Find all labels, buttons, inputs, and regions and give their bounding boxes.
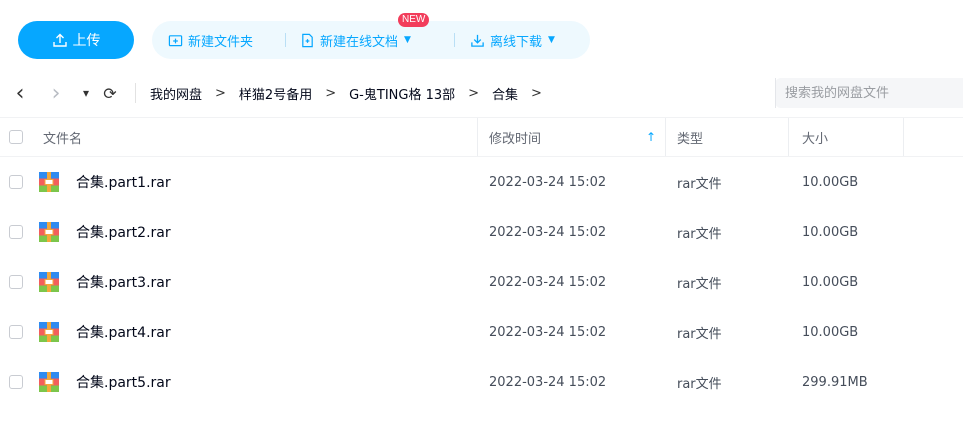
history-dropdown-icon[interactable]: ▾ bbox=[78, 72, 94, 114]
new-folder-button[interactable]: 新建文件夹 bbox=[168, 21, 253, 59]
file-modified: 2022-03-24 15:02 bbox=[489, 274, 607, 290]
file-size: 299.91MB bbox=[802, 374, 868, 390]
column-header-name[interactable]: 文件名 bbox=[43, 118, 82, 156]
search-divider bbox=[775, 78, 776, 108]
rar-file-icon bbox=[39, 222, 59, 242]
table-row[interactable]: 合集.part4.rar 2022-03-24 15:02 rar文件 10.0… bbox=[0, 307, 963, 357]
row-checkbox-wrap bbox=[9, 207, 23, 257]
offline-download-label: 离线下载 bbox=[490, 34, 543, 50]
column-header-type[interactable]: 类型 bbox=[677, 118, 703, 156]
chevron-down-icon: ▼ bbox=[548, 35, 555, 45]
file-size: 10.00GB bbox=[802, 274, 859, 290]
refresh-icon[interactable]: ⟳ bbox=[100, 72, 120, 114]
search-input[interactable] bbox=[775, 78, 963, 108]
row-checkbox[interactable] bbox=[9, 225, 23, 239]
file-name[interactable]: 合集.part5.rar bbox=[76, 357, 171, 407]
breadcrumb-item[interactable]: 我的网盘 bbox=[150, 84, 202, 103]
breadcrumb: 我的网盘 > 样猫2号备用 > G-鬼TING格 13部 > 合集 > bbox=[150, 72, 555, 114]
breadcrumb-separator: > bbox=[468, 85, 480, 101]
file-modified: 2022-03-24 15:02 bbox=[489, 324, 607, 340]
column-divider bbox=[665, 118, 666, 156]
toolbar-separator bbox=[454, 33, 455, 47]
navigation-bar: ‹ › ▾ ⟳ 我的网盘 > 样猫2号备用 > G-鬼TING格 13部 > 合… bbox=[0, 72, 963, 114]
rar-file-icon bbox=[39, 272, 59, 292]
rar-file-icon bbox=[39, 172, 59, 192]
file-modified: 2022-03-24 15:02 bbox=[489, 374, 607, 390]
file-modified: 2022-03-24 15:02 bbox=[489, 224, 607, 240]
sort-ascending-icon[interactable]: ↑ bbox=[646, 118, 656, 156]
file-modified: 2022-03-24 15:02 bbox=[489, 174, 607, 190]
file-size: 10.00GB bbox=[802, 224, 859, 240]
rar-file-icon bbox=[39, 322, 59, 342]
back-icon[interactable]: ‹ bbox=[10, 72, 30, 114]
table-row[interactable]: 合集.part5.rar 2022-03-24 15:02 rar文件 299.… bbox=[0, 357, 963, 407]
row-checkbox[interactable] bbox=[9, 275, 23, 289]
select-all-checkbox-wrap bbox=[9, 118, 23, 156]
chevron-down-icon: ▼ bbox=[404, 35, 411, 45]
file-size: 10.00GB bbox=[802, 174, 859, 190]
folder-plus-icon bbox=[168, 34, 183, 46]
column-divider bbox=[903, 118, 904, 156]
column-divider bbox=[477, 118, 478, 156]
new-online-doc-label: 新建在线文档 bbox=[320, 34, 399, 50]
toolbar-separator bbox=[285, 33, 286, 47]
breadcrumb-separator: > bbox=[215, 85, 226, 101]
rar-file-icon bbox=[39, 372, 59, 392]
row-checkbox[interactable] bbox=[9, 375, 23, 389]
breadcrumb-item-current[interactable]: 合集 bbox=[492, 84, 518, 103]
select-all-checkbox[interactable] bbox=[9, 130, 23, 144]
toolbar: 上传 新建文件夹 新建在线文档 ▼ 离线下载 ▼ NEW bbox=[0, 0, 963, 70]
file-name[interactable]: 合集.part3.rar bbox=[76, 257, 171, 307]
row-checkbox-wrap bbox=[9, 257, 23, 307]
breadcrumb-item[interactable]: G-鬼TING格 13部 bbox=[349, 84, 455, 103]
file-type: rar文件 bbox=[677, 226, 722, 242]
new-badge: NEW bbox=[398, 13, 430, 27]
upload-label: 上传 bbox=[72, 33, 101, 49]
file-name[interactable]: 合集.part2.rar bbox=[76, 207, 171, 257]
row-checkbox-wrap bbox=[9, 157, 23, 207]
file-type: rar文件 bbox=[677, 176, 722, 192]
action-group: 新建文件夹 新建在线文档 ▼ 离线下载 ▼ bbox=[152, 21, 590, 59]
breadcrumb-separator: > bbox=[325, 85, 337, 101]
document-plus-icon bbox=[302, 33, 313, 47]
column-header-modified[interactable]: 修改时间 bbox=[489, 118, 541, 156]
breadcrumb-item[interactable]: 样猫2号备用 bbox=[239, 84, 312, 103]
row-checkbox[interactable] bbox=[9, 175, 23, 189]
file-type: rar文件 bbox=[677, 326, 722, 342]
breadcrumb-separator: > bbox=[531, 85, 542, 101]
row-checkbox-wrap bbox=[9, 357, 23, 407]
table-row[interactable]: 合集.part1.rar 2022-03-24 15:02 rar文件 10.0… bbox=[0, 157, 963, 207]
forward-icon[interactable]: › bbox=[46, 72, 66, 114]
table-header: 文件名 修改时间 ↑ 类型 大小 bbox=[0, 117, 963, 157]
download-icon bbox=[471, 34, 484, 47]
upload-button[interactable]: 上传 bbox=[18, 21, 134, 59]
upload-icon bbox=[52, 33, 67, 47]
row-checkbox-wrap bbox=[9, 307, 23, 357]
file-type: rar文件 bbox=[677, 376, 722, 392]
file-name[interactable]: 合集.part1.rar bbox=[76, 157, 171, 207]
new-folder-label: 新建文件夹 bbox=[188, 34, 254, 50]
file-type: rar文件 bbox=[677, 276, 722, 292]
file-name[interactable]: 合集.part4.rar bbox=[76, 307, 171, 357]
row-checkbox[interactable] bbox=[9, 325, 23, 339]
column-header-size[interactable]: 大小 bbox=[802, 118, 828, 156]
file-size: 10.00GB bbox=[802, 324, 859, 340]
offline-download-button[interactable]: 离线下载 ▼ bbox=[470, 21, 555, 59]
table-row[interactable]: 合集.part3.rar 2022-03-24 15:02 rar文件 10.0… bbox=[0, 257, 963, 307]
column-divider bbox=[788, 118, 789, 156]
new-online-doc-button[interactable]: 新建在线文档 ▼ bbox=[300, 21, 411, 59]
table-row[interactable]: 合集.part2.rar 2022-03-24 15:02 rar文件 10.0… bbox=[0, 207, 963, 257]
nav-divider bbox=[135, 83, 136, 103]
